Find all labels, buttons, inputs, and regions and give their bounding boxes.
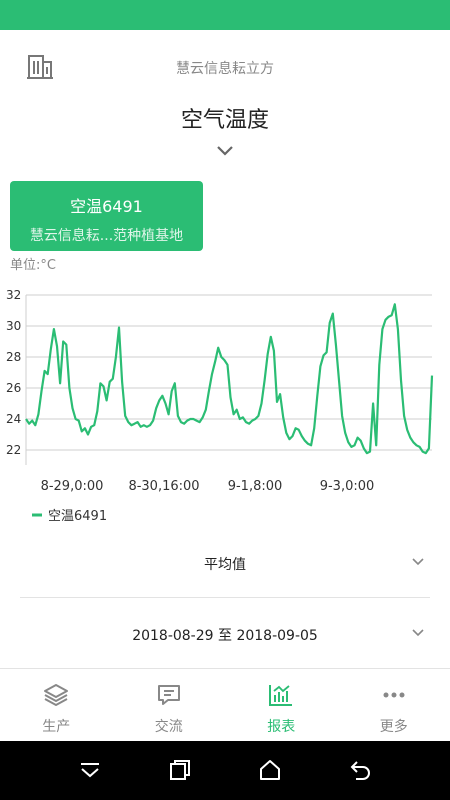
y-tick-label: 30: [6, 319, 21, 333]
tab-more[interactable]: 更多: [338, 669, 450, 741]
tab-label: 更多: [379, 719, 408, 735]
top-header: 慧云信息耘立方: [0, 30, 450, 102]
y-tick-label: 32: [6, 288, 21, 302]
aggregate-value: 平均值: [204, 557, 246, 573]
tab-reports[interactable]: 报表: [225, 669, 338, 741]
system-navigation-bar: [0, 741, 450, 800]
x-tick-label: 9-1,8:00: [228, 479, 283, 494]
report-chart-icon: [269, 685, 293, 706]
back-icon[interactable]: [348, 758, 372, 782]
x-tick-label: 9-3,0:00: [320, 479, 375, 494]
tab-communication[interactable]: 交流: [113, 669, 226, 741]
x-tick-label: 8-29,0:00: [41, 479, 104, 494]
date-range-value: 2018-08-29 至 2018-09-05: [132, 628, 318, 644]
aggregate-dropdown[interactable]: 平均值: [20, 528, 430, 598]
tab-production[interactable]: 生产: [0, 669, 113, 741]
legend-label: 空温6491: [48, 509, 107, 524]
organization-name: 慧云信息耘立方: [176, 61, 274, 77]
bottom-tab-bar: 生产 交流 报表 更多: [0, 669, 450, 741]
layers-icon: [44, 684, 69, 706]
page-title[interactable]: 空气温度: [0, 102, 450, 134]
device-card[interactable]: 空温6491 慧云信息耘...范种植基地: [10, 181, 203, 251]
chevron-down-icon[interactable]: [215, 143, 235, 157]
y-tick-label: 28: [6, 350, 21, 364]
y-tick-label: 24: [6, 412, 21, 426]
tab-label: 交流: [154, 719, 183, 735]
device-location: 慧云信息耘...范种植基地: [29, 228, 184, 244]
date-range-dropdown[interactable]: 2018-08-29 至 2018-09-05: [20, 599, 430, 669]
y-tick-label: 22: [6, 443, 21, 457]
recent-apps-icon[interactable]: [168, 758, 192, 782]
tab-label: 生产: [42, 719, 71, 735]
hide-keyboard-icon[interactable]: [78, 758, 102, 782]
y-tick-label: 26: [6, 381, 21, 395]
series-line: [25, 303, 434, 455]
home-icon[interactable]: [258, 758, 282, 782]
device-name: 空温6491: [70, 197, 143, 216]
chevron-down-icon: [412, 629, 424, 637]
tab-label: 报表: [267, 719, 296, 735]
chat-icon: [157, 685, 180, 705]
status-bar: [0, 0, 450, 30]
x-tick-label: 8-30,16:00: [128, 479, 199, 494]
temperature-line-chart[interactable]: 22 24 26 28 30 32 8-29,0:00 8-30,16:00 9-1,8:00 9…: [0, 282, 450, 528]
unit-label: 单位:°C: [10, 258, 56, 273]
more-dots-icon: [383, 692, 405, 698]
chevron-down-icon: [412, 558, 424, 566]
